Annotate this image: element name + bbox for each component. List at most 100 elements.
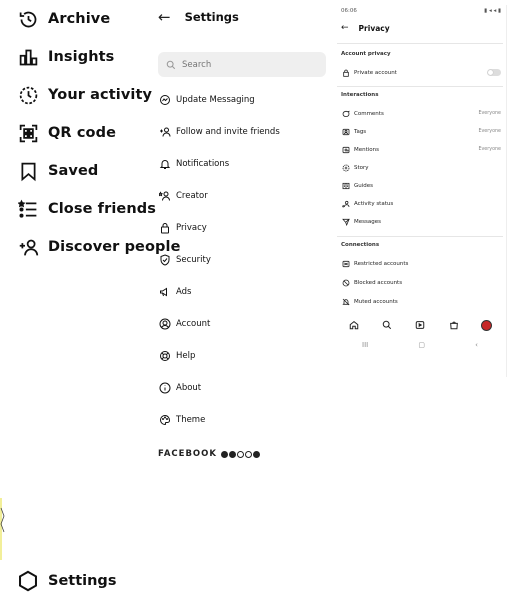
settings-panel: ← Settings Update Messaging Follow and i… xyxy=(152,0,332,600)
messenger-icon xyxy=(158,94,171,107)
search-input[interactable] xyxy=(182,59,312,70)
divider xyxy=(337,43,503,44)
settings-item-label: About xyxy=(176,383,202,393)
interaction-row-mentions[interactable]: Mentions Everyone xyxy=(341,144,501,155)
megaphone-icon xyxy=(158,286,171,299)
menu-item-qr-code[interactable]: QR code xyxy=(17,120,116,146)
settings-item-follow-invite[interactable]: Follow and invite friends xyxy=(158,123,280,141)
divider xyxy=(337,236,503,237)
interaction-row-tags[interactable]: Tags Everyone xyxy=(341,126,501,137)
settings-item-creator[interactable]: Creator xyxy=(158,187,208,205)
row-value: Everyone xyxy=(478,129,501,134)
facebook-footer: FACEBOOK xyxy=(158,449,260,459)
connection-row-blocked[interactable]: Blocked accounts xyxy=(341,277,501,288)
menu-item-label: QR code xyxy=(48,125,117,141)
back-button[interactable]: ‹ xyxy=(475,341,478,349)
phone-privacy-screen: 06:06 ▮ ◂ ◂ ▮ ← Privacy Account privacy … xyxy=(333,5,507,377)
settings-item-label: Ads xyxy=(176,287,192,297)
search-bar[interactable] xyxy=(158,52,326,77)
back-arrow-icon[interactable]: ← xyxy=(341,23,349,33)
settings-item-account[interactable]: Account xyxy=(158,315,210,333)
menu-item-settings[interactable]: Settings xyxy=(17,569,116,593)
reels-icon[interactable] xyxy=(414,319,426,331)
settings-item-label: Notifications xyxy=(176,159,230,169)
settings-item-about[interactable]: About xyxy=(158,379,201,397)
recents-button[interactable]: III xyxy=(362,341,368,349)
help-icon xyxy=(158,350,171,363)
settings-item-label: Security xyxy=(176,255,211,265)
row-label: Private account xyxy=(354,69,397,76)
home-icon[interactable] xyxy=(348,319,360,331)
connection-row-muted[interactable]: Muted accounts xyxy=(341,296,501,307)
connection-row-restricted[interactable]: Restricted accounts xyxy=(341,258,501,269)
menu-item-insights[interactable]: Insights xyxy=(17,44,114,70)
interaction-row-comments[interactable]: Comments Everyone xyxy=(341,108,501,119)
menu-item-label: Archive xyxy=(48,11,111,27)
settings-item-notifications[interactable]: Notifications xyxy=(158,155,229,173)
home-button[interactable]: ▢ xyxy=(418,341,425,349)
interaction-row-messages[interactable]: Messages xyxy=(341,216,501,227)
oculus-icon xyxy=(252,450,260,458)
bottom-tab-bar xyxy=(337,316,503,334)
facebook-icon xyxy=(220,450,228,458)
activity-icon xyxy=(17,84,39,106)
settings-item-theme[interactable]: Theme xyxy=(158,411,205,429)
menu-item-archive[interactable]: Archive xyxy=(17,6,110,32)
insights-icon xyxy=(17,46,39,68)
settings-icon xyxy=(17,570,39,592)
row-label: Restricted accounts xyxy=(354,260,409,267)
menu-item-your-activity[interactable]: Your activity xyxy=(17,82,152,108)
creator-icon xyxy=(158,190,171,203)
search-icon[interactable] xyxy=(381,319,393,331)
settings-item-label: Theme xyxy=(176,415,206,425)
section-heading: Connections xyxy=(341,242,380,248)
row-label: Muted accounts xyxy=(354,298,398,305)
whatsapp-icon xyxy=(244,450,252,458)
settings-item-label: Account xyxy=(176,319,211,329)
settings-item-label: Help xyxy=(176,351,196,361)
settings-item-security[interactable]: Security xyxy=(158,251,211,269)
menu-item-label: Close friends xyxy=(48,201,156,217)
status-bar: 06:06 ▮ ◂ ◂ ▮ xyxy=(341,8,501,18)
row-value: Everyone xyxy=(478,111,501,116)
interaction-row-guides[interactable]: Guides xyxy=(341,180,501,191)
add-person-icon xyxy=(17,236,39,258)
story-icon xyxy=(341,163,350,172)
settings-item-label: Privacy xyxy=(176,223,207,233)
row-label: Activity status xyxy=(354,200,394,207)
bell-icon xyxy=(158,158,171,171)
profile-menu: Archive Insights Your activity QR code S… xyxy=(0,0,180,600)
edge-decoration xyxy=(0,498,5,560)
settings-item-label: Follow and invite friends xyxy=(176,127,280,137)
private-account-row[interactable]: Private account xyxy=(341,67,501,78)
lock-icon xyxy=(341,68,350,77)
close-friends-icon xyxy=(17,198,39,220)
add-person-icon xyxy=(158,126,171,139)
archive-icon xyxy=(17,8,39,30)
tag-icon xyxy=(341,127,350,136)
menu-item-close-friends[interactable]: Close friends xyxy=(17,196,156,222)
comment-icon xyxy=(341,109,350,118)
account-icon xyxy=(158,318,171,331)
settings-item-label: Creator xyxy=(176,191,208,201)
bookmark-icon xyxy=(17,160,39,182)
settings-item-help[interactable]: Help xyxy=(158,347,195,365)
shop-icon[interactable] xyxy=(448,319,460,331)
avatar[interactable] xyxy=(481,319,493,331)
settings-item-privacy[interactable]: Privacy xyxy=(158,219,207,237)
settings-item-ads[interactable]: Ads xyxy=(158,283,192,301)
settings-item-update-messaging[interactable]: Update Messaging xyxy=(158,91,255,109)
qr-code-icon xyxy=(17,122,39,144)
facebook-label: FACEBOOK xyxy=(158,449,217,459)
status-time: 06:06 xyxy=(341,8,357,14)
private-account-toggle[interactable] xyxy=(487,69,501,76)
page-title: Settings xyxy=(184,10,239,24)
interaction-row-activity-status[interactable]: Activity status xyxy=(341,198,501,209)
interaction-row-story[interactable]: Story xyxy=(341,162,501,173)
muted-icon xyxy=(341,297,350,306)
shield-icon xyxy=(158,254,171,267)
section-heading: Interactions xyxy=(341,92,379,98)
menu-item-label: Saved xyxy=(48,163,99,179)
menu-item-saved[interactable]: Saved xyxy=(17,158,98,184)
back-arrow-icon[interactable]: ← xyxy=(158,8,171,26)
